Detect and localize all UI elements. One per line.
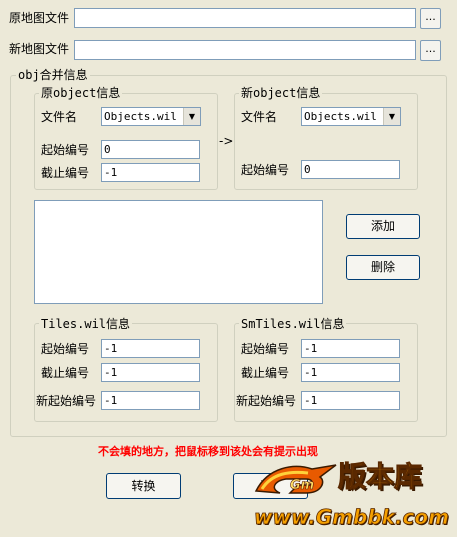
- add-button[interactable]: 添加: [346, 214, 420, 239]
- new-map-input[interactable]: [74, 40, 416, 60]
- orig-filename-value: Objects.wil: [104, 110, 177, 123]
- orig-start-label: 起始编号: [41, 143, 90, 157]
- new-map-browse-button[interactable]: ...: [420, 40, 441, 61]
- tiles-title: Tiles.wil信息: [39, 317, 133, 331]
- obj-merge-title: obj合并信息: [16, 68, 90, 82]
- orig-filename-select[interactable]: Objects.wil ▼: [101, 107, 201, 126]
- smtiles-start-input[interactable]: -1: [301, 339, 400, 358]
- orig-map-input[interactable]: [74, 8, 416, 28]
- orig-start-input[interactable]: 0: [101, 140, 200, 159]
- tiles-start-input[interactable]: -1: [101, 339, 200, 358]
- orig-end-input[interactable]: -1: [101, 163, 200, 182]
- chevron-down-icon[interactable]: ▼: [383, 108, 400, 125]
- new-start-input[interactable]: 0: [301, 160, 400, 179]
- tiles-start-label: 起始编号: [41, 342, 90, 356]
- tiles-newstart-label: 新起始编号: [36, 394, 97, 408]
- new-filename-label: 文件名: [241, 110, 278, 124]
- watermark-url: www.Gmbbk.com: [254, 505, 450, 530]
- orig-filename-label: 文件名: [41, 110, 78, 124]
- chevron-down-icon[interactable]: ▼: [183, 108, 200, 125]
- new-map-label: 新地图文件: [9, 42, 70, 56]
- tiles-end-input[interactable]: -1: [101, 363, 200, 382]
- smtiles-start-label: 起始编号: [241, 342, 290, 356]
- smtiles-end-label: 截止编号: [241, 366, 290, 380]
- orig-map-label: 原地图文件: [9, 11, 70, 25]
- watermark-brand: 版本库: [337, 460, 423, 493]
- smtiles-newstart-label: 新起始编号: [236, 394, 297, 408]
- tiles-end-label: 截止编号: [41, 366, 90, 380]
- watermark: Gm 版本库 www.Gmbbk.com: [250, 455, 455, 535]
- mapping-arrow: ->: [219, 134, 234, 148]
- orig-object-title: 原object信息: [39, 86, 123, 100]
- smtiles-newstart-input[interactable]: -1: [301, 391, 400, 410]
- convert-button[interactable]: 转换: [106, 473, 181, 499]
- tiles-newstart-input[interactable]: -1: [101, 391, 200, 410]
- smtiles-title: SmTiles.wil信息: [239, 317, 347, 331]
- new-filename-select[interactable]: Objects.wil ▼: [301, 107, 401, 126]
- smtiles-end-input[interactable]: -1: [301, 363, 400, 382]
- orig-map-browse-button[interactable]: ...: [420, 8, 441, 29]
- orig-end-label: 截止编号: [41, 166, 90, 180]
- new-filename-value: Objects.wil: [304, 110, 377, 123]
- watermark-logo: Gm: [254, 464, 337, 494]
- mapping-list[interactable]: [34, 200, 323, 304]
- new-start-label: 起始编号: [241, 163, 290, 177]
- svg-text:Gm: Gm: [290, 478, 314, 493]
- delete-button[interactable]: 删除: [346, 255, 420, 280]
- new-object-title: 新object信息: [239, 86, 323, 100]
